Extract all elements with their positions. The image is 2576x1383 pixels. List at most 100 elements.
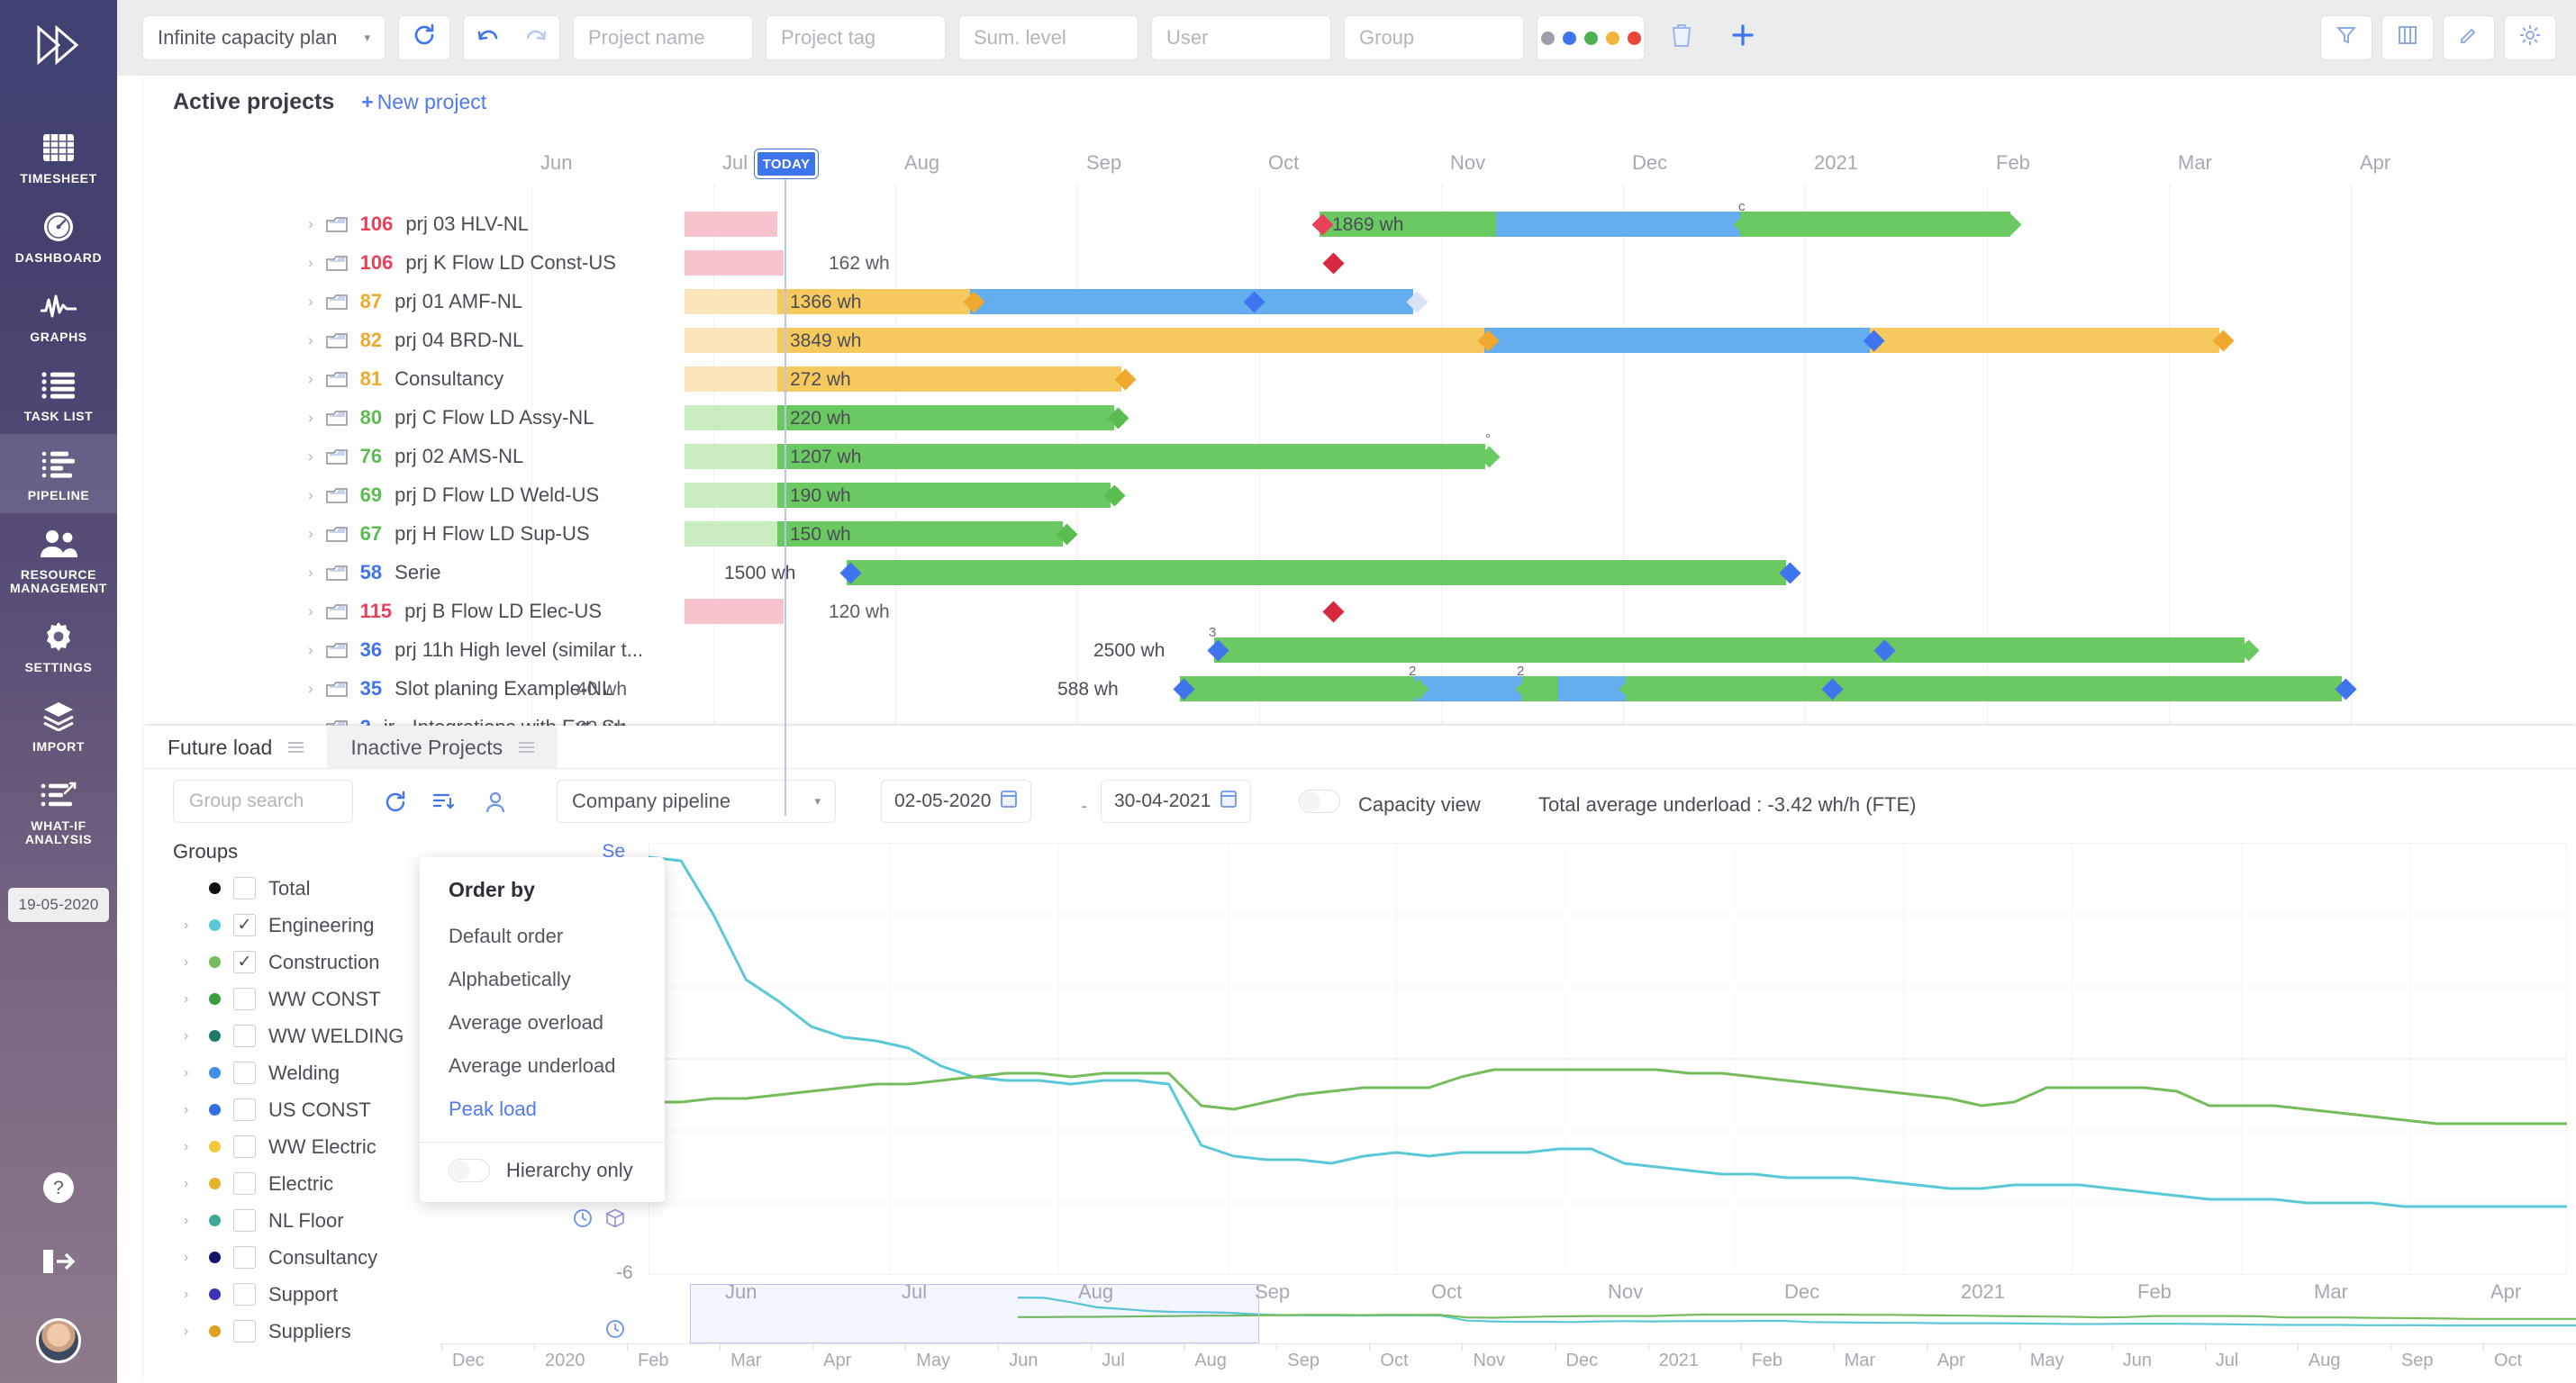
status-dot-3[interactable] [1605,31,1619,45]
mini-range-selector[interactable] [690,1284,1259,1343]
group-checkbox[interactable] [233,1135,256,1158]
new-project-button[interactable]: + New project [361,90,486,114]
group-checkbox[interactable] [233,877,256,899]
undo-icon[interactable] [476,26,500,50]
sort-icon[interactable] [432,791,456,819]
gantt-row[interactable]: › 106 prj 03 HLV-NL 1869 wh c [144,199,2576,243]
gantt-bar-segment[interactable] [911,444,1060,469]
tab-inactive-projects[interactable]: Inactive Projects [327,726,558,769]
gantt-bar-segment[interactable] [1484,328,1870,353]
chevron-right-icon[interactable]: › [184,1324,196,1340]
pipeline-select[interactable]: Company pipeline ▾ [557,780,836,823]
group-input[interactable]: Group [1344,15,1524,60]
chevron-right-icon[interactable]: › [184,1065,196,1081]
sidebar-item-import[interactable]: IMPORT [0,685,117,764]
group-row[interactable]: › NL Floor [144,1202,649,1239]
chevron-right-icon[interactable]: › [308,370,313,388]
chevron-right-icon[interactable]: › [184,991,196,1008]
chevron-right-icon[interactable]: › [184,1028,196,1044]
sidebar-item-pipeline[interactable]: PIPELINE [0,434,117,513]
group-checkbox[interactable] [233,1062,256,1084]
gantt-row[interactable]: › 35 Slot planing Example-NL 40 wh 588 wh 2 2 [144,664,2576,708]
gantt-bar-segment[interactable] [1060,444,1485,469]
sidebar-item-graphs[interactable]: GRAPHS [0,276,117,355]
sidebar-item-settings[interactable]: SETTINGS [0,606,117,685]
order-by-option[interactable]: Peak load [420,1088,665,1131]
group-checkbox[interactable]: ✓ [233,951,256,973]
chevron-right-icon[interactable]: › [308,254,313,272]
group-checkbox[interactable] [233,988,256,1010]
redo-icon[interactable] [524,26,548,50]
user-avatar[interactable] [36,1318,81,1363]
gantt-bar-segment[interactable] [1414,676,1522,701]
date-from-field[interactable]: 02-05-2020 [881,780,1032,823]
chevron-right-icon[interactable]: › [308,564,313,582]
order-by-option[interactable]: Average overload [420,1001,665,1044]
chevron-right-icon[interactable]: › [184,1102,196,1118]
group-search-input[interactable]: Group search [173,780,353,823]
hierarchy-only-toggle[interactable] [449,1159,490,1182]
chevron-right-icon[interactable]: › [184,954,196,971]
chevron-right-icon[interactable]: › [308,447,313,466]
gantt-bar-segment[interactable] [970,289,1413,314]
gantt-row[interactable]: › 80 prj C Flow LD Assy-NL 220 wh [144,398,2576,437]
gantt-row[interactable]: › 81 Consultancy 272 wh [144,359,2576,398]
edit-button[interactable] [2443,15,2495,60]
refresh-button[interactable] [398,15,450,60]
chevron-right-icon[interactable]: › [184,1250,196,1266]
sidebar-item-resource-management[interactable]: RESOURCE MANAGEMENT [0,513,117,606]
gantt-bar-segment[interactable] [1214,637,2245,663]
chevron-right-icon[interactable]: › [308,486,313,504]
group-checkbox[interactable] [233,1283,256,1306]
chevron-right-icon[interactable]: › [308,641,313,659]
hierarchy-only-row[interactable]: Hierarchy only [420,1143,665,1202]
plan-select[interactable]: Infinite capacity plan ▾ [142,15,385,60]
group-checkbox[interactable] [233,1320,256,1342]
chevron-right-icon[interactable]: › [184,1213,196,1229]
user-icon[interactable] [485,791,506,819]
columns-button[interactable] [2381,15,2434,60]
gantt-bar-segment[interactable] [847,560,1786,585]
gantt-row[interactable]: › 82 prj 04 BRD-NL 3849 wh [144,321,2576,359]
app-logo[interactable] [0,0,117,90]
chart-mini-timeline[interactable]: Dec 2020 Feb Mar Apr May Jun Jul Aug Sep Oct Nov Dec… [441,1284,2576,1378]
gantt-row[interactable]: › 36 prj 11h High level (similar t... 2500 … [144,625,2576,669]
status-dot-1[interactable] [1562,31,1576,45]
box-icon[interactable] [605,1208,625,1234]
tab-menu-icon[interactable] [288,742,304,753]
gantt-bar-segment[interactable] [1496,212,1740,237]
user-input[interactable]: User [1151,15,1331,60]
chevron-right-icon[interactable]: › [308,525,313,543]
gantt-bar-segment[interactable] [1740,212,2010,237]
add-button[interactable] [1719,15,1767,60]
status-dot-4[interactable] [1627,31,1641,45]
chevron-right-icon[interactable]: › [308,331,313,349]
question-circle-icon[interactable]: ? [41,1171,76,1210]
group-checkbox[interactable] [233,1172,256,1195]
status-color-filter[interactable] [1537,15,1645,60]
gantt-row[interactable]: › 106 prj K Flow LD Const-US 162 wh [144,243,2576,282]
settings-button[interactable] [2504,15,2556,60]
chevron-right-icon[interactable]: › [184,917,196,934]
sidebar-item-timesheet[interactable]: TIMESHEET [0,117,117,196]
gantt-bar-segment[interactable] [1626,676,2342,701]
group-checkbox[interactable] [233,1025,256,1047]
sidebar-item-what-if-analysis[interactable]: WHAT-IF ANALYSIS [0,764,117,857]
chevron-right-icon[interactable]: › [184,1176,196,1192]
chevron-right-icon[interactable]: › [308,293,313,311]
tab-future-load[interactable]: Future load [144,726,327,769]
status-dot-2[interactable] [1583,31,1598,45]
clock-icon[interactable] [573,1208,593,1234]
current-date-badge[interactable]: 19-05-2020 [7,888,110,922]
chevron-right-icon[interactable]: › [308,602,313,620]
date-to-field[interactable]: 30-04-2021 [1101,780,1252,823]
chevron-right-icon[interactable]: › [184,1139,196,1155]
logout-icon[interactable] [41,1246,76,1282]
filter-button[interactable] [2320,15,2372,60]
group-checkbox[interactable] [233,1098,256,1121]
project-tag-input[interactable]: Project tag [766,15,946,60]
sum-level-input[interactable]: Sum. level [958,15,1138,60]
gantt-bar-segment[interactable] [1180,676,1414,701]
capacity-view-toggle[interactable] [1299,790,1340,813]
gantt-bar-segment[interactable] [1870,328,2219,353]
